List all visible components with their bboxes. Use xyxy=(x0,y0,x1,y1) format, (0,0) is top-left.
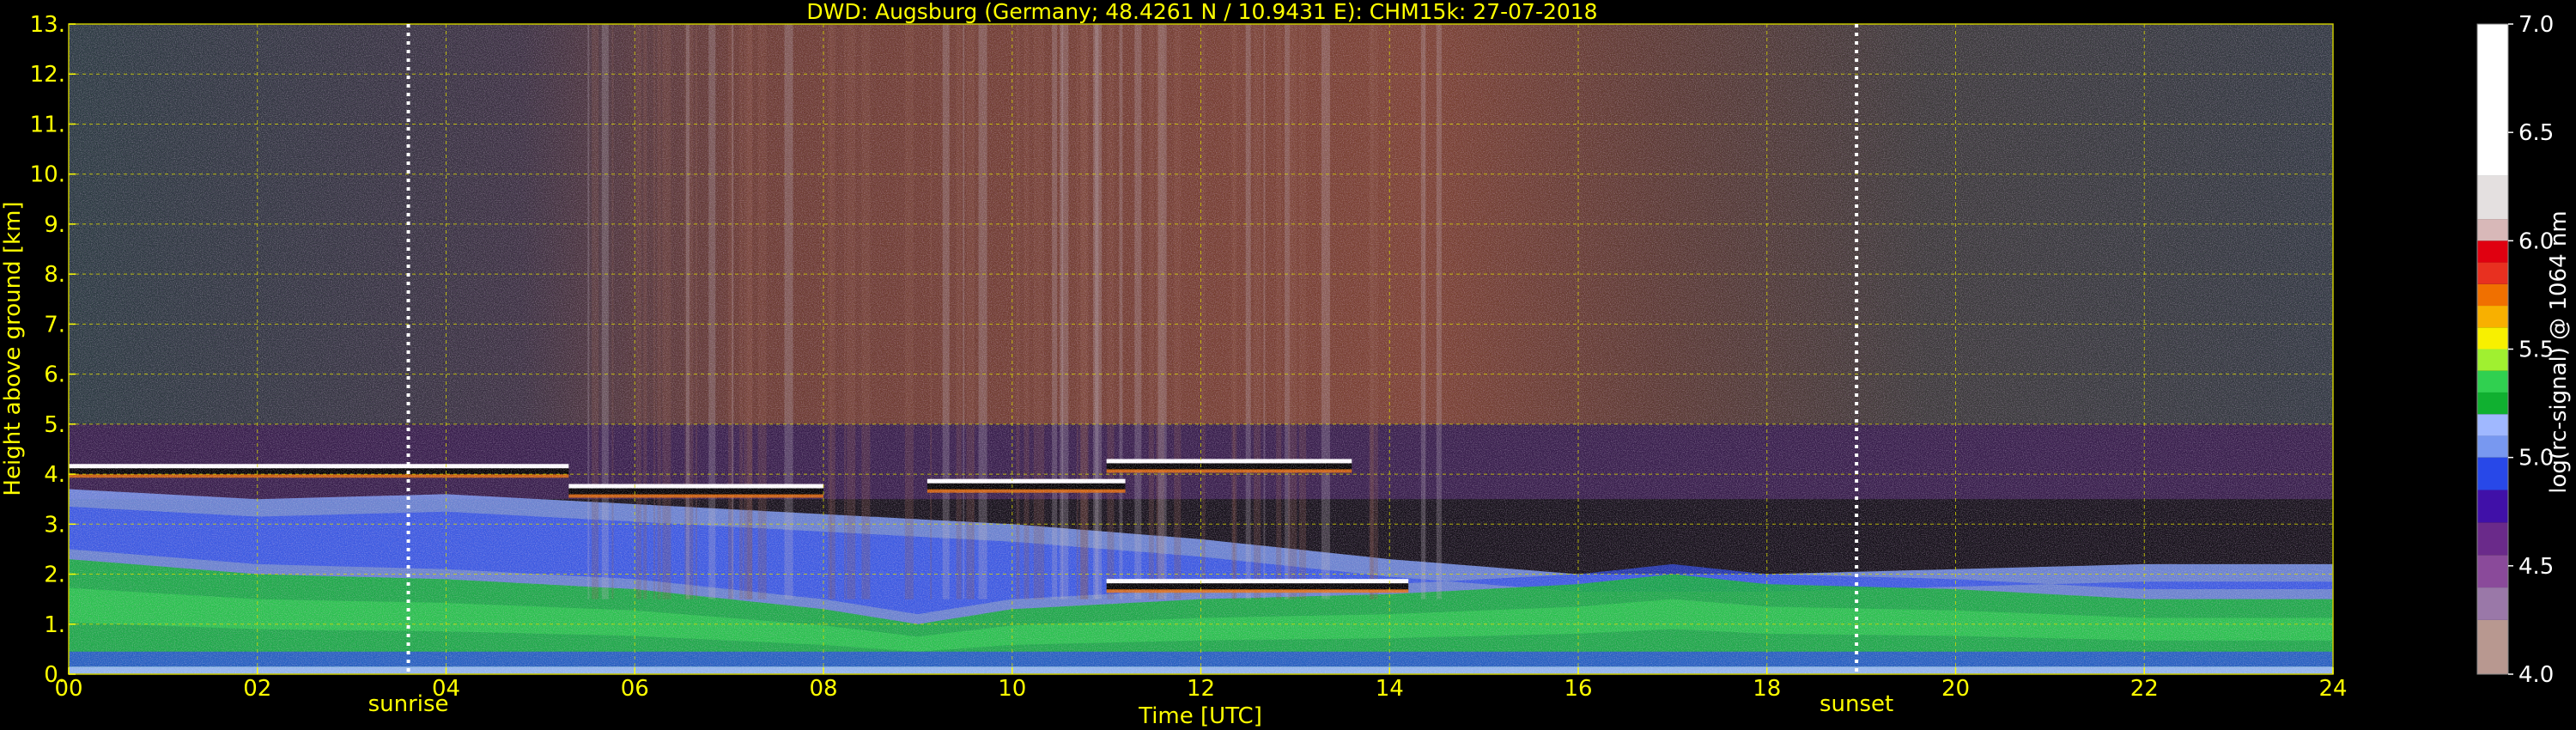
colorbar-band xyxy=(2477,435,2508,458)
colorbar-band xyxy=(2477,327,2508,350)
colorbar-band xyxy=(2477,619,2508,674)
x-tick-label: 10 xyxy=(998,676,1026,702)
x-tick-label: 02 xyxy=(243,676,271,702)
y-tick-label: 5. xyxy=(44,412,65,438)
colorbar-band xyxy=(2477,175,2508,220)
colorbar-band xyxy=(2477,370,2508,392)
colorbar-tick-label: 6.5 xyxy=(2518,120,2554,146)
colorbar-tick-label: 7.0 xyxy=(2518,12,2554,38)
ceilometer-chart: DWD: Augsburg (Germany; 48.4261 N / 10.9… xyxy=(0,0,2572,729)
colorbar-band xyxy=(2477,414,2508,436)
y-tick-label: 0. xyxy=(44,662,65,688)
y-tick-label: 9. xyxy=(44,212,65,238)
colorbar-band xyxy=(2477,306,2508,328)
colorbar-band xyxy=(2477,490,2508,523)
colorbar-band xyxy=(2477,283,2508,307)
x-tick-label: 20 xyxy=(1941,676,1970,702)
x-tick-label: 06 xyxy=(621,676,649,702)
y-tick-label: 6. xyxy=(44,362,65,388)
colorbar-band xyxy=(2477,219,2508,241)
colorbar-band xyxy=(2477,587,2508,620)
y-tick-label: 3. xyxy=(44,512,65,538)
colorbar-band xyxy=(2477,457,2508,490)
colorbar-tick-label: 4.0 xyxy=(2518,662,2554,688)
y-tick-label: 10. xyxy=(30,162,65,188)
colorbar-band xyxy=(2477,555,2508,588)
colorbar xyxy=(2476,23,2509,675)
y-tick-label: 13. xyxy=(30,12,65,38)
y-tick-label: 7. xyxy=(44,312,65,338)
y-tick-label: 11. xyxy=(30,112,65,137)
x-tick-label: 12 xyxy=(1187,676,1215,702)
x-tick-label: 14 xyxy=(1376,676,1404,702)
sun-marker-label: sunset xyxy=(1820,691,1893,717)
x-tick-label: 16 xyxy=(1564,676,1592,702)
x-tick-label: 18 xyxy=(1753,676,1781,702)
colorbar-band xyxy=(2477,392,2508,415)
x-tick-label: 22 xyxy=(2130,676,2159,702)
y-axis-label: Height above ground [km] xyxy=(0,201,26,496)
colorbar-band xyxy=(2477,24,2508,176)
colorbar-label: log(rc-signal) @ 1064 nm xyxy=(2546,210,2572,493)
colorbar-band xyxy=(2477,240,2508,263)
x-tick-label: 04 xyxy=(432,676,460,702)
y-tick-label: 1. xyxy=(44,612,65,638)
y-tick-label: 8. xyxy=(44,262,65,288)
colorbar-band xyxy=(2477,349,2508,371)
x-axis-label: Time [UTC] xyxy=(1138,703,1262,729)
x-tick-label: 08 xyxy=(809,676,837,702)
y-tick-label: 2. xyxy=(44,563,65,588)
colorbar-band xyxy=(2477,262,2508,284)
colorbar-band xyxy=(2477,522,2508,556)
y-tick-label: 4. xyxy=(44,462,65,488)
colorbar-tick-label: 4.5 xyxy=(2518,554,2554,580)
y-tick-label: 12. xyxy=(30,62,65,88)
x-tick-label: 24 xyxy=(2318,676,2347,702)
chart-title: DWD: Augsburg (Germany; 48.4261 N / 10.9… xyxy=(806,0,1597,24)
